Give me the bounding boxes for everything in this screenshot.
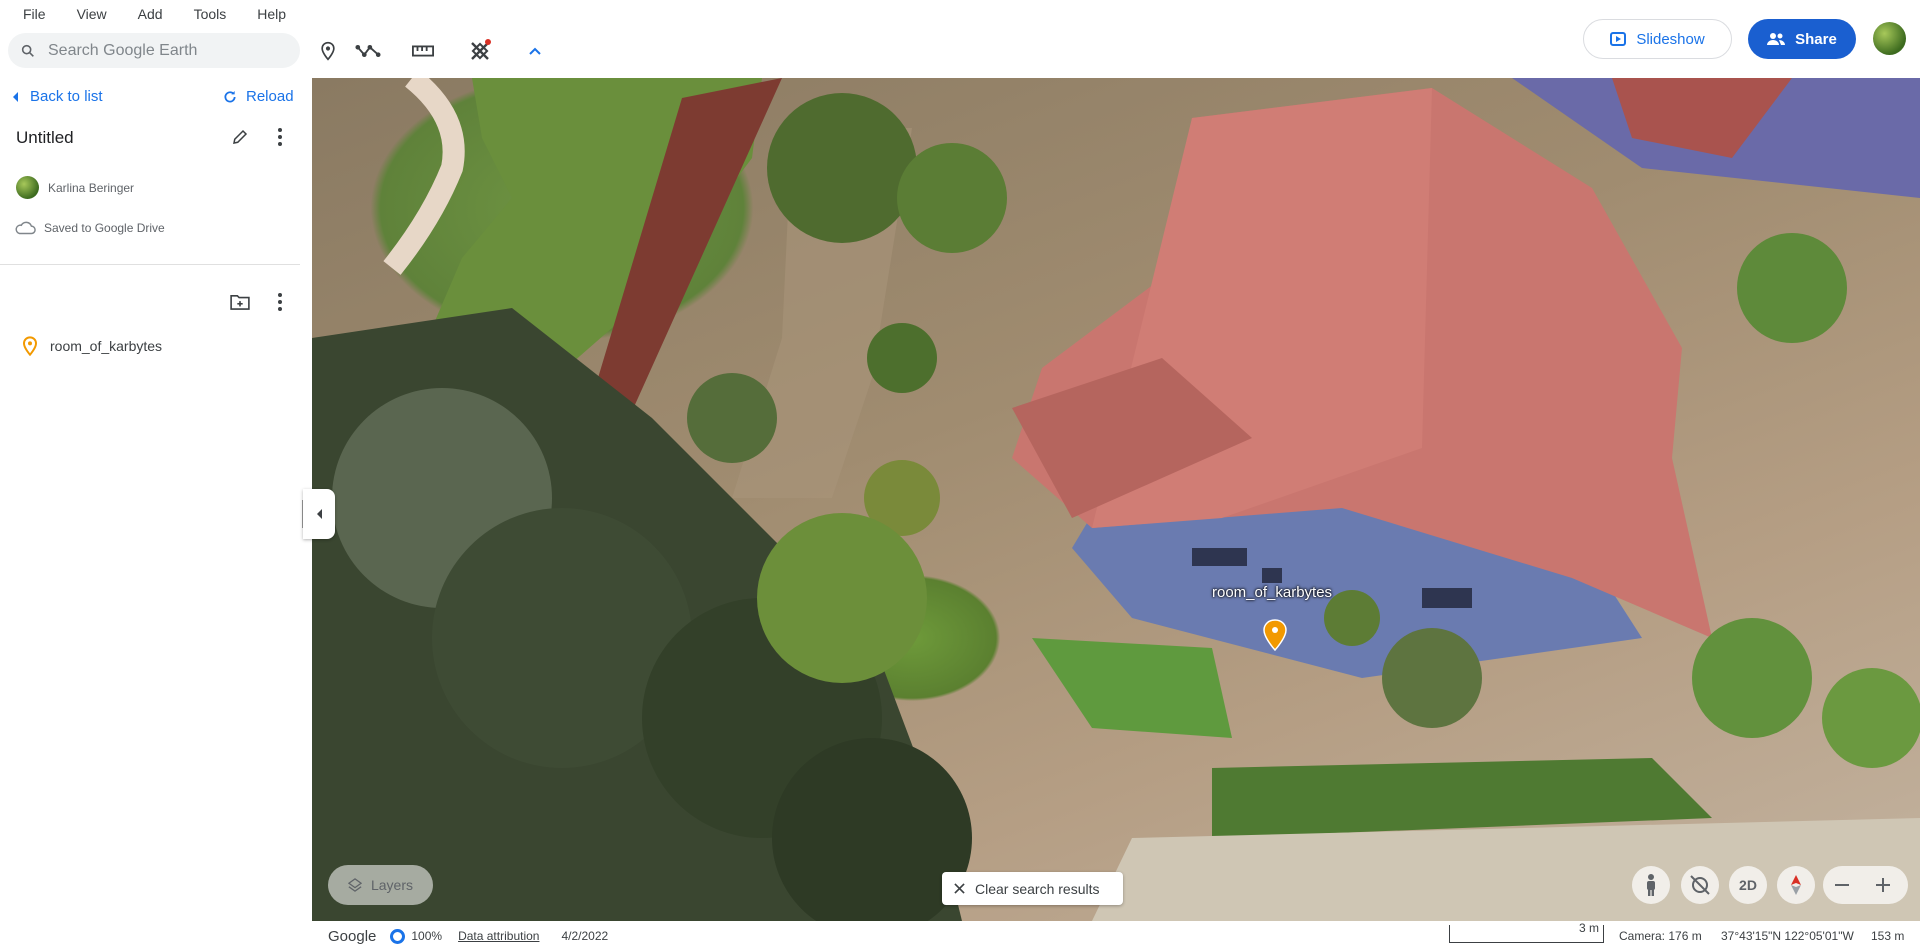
cloud-icon — [15, 221, 36, 235]
loading-progress-ring-icon — [390, 928, 406, 944]
caret-left-icon — [316, 509, 322, 519]
new-folder-icon[interactable] — [226, 288, 254, 316]
zoom-out-icon[interactable] — [1832, 875, 1852, 895]
placemark-icon — [22, 336, 38, 356]
back-to-list-label: Back to list — [30, 88, 103, 105]
scale-bar[interactable]: 3 m — [1449, 921, 1604, 943]
save-status: Saved to Google Drive — [14, 220, 165, 236]
menu-view[interactable]: View — [77, 6, 107, 22]
menu-tools[interactable]: Tools — [194, 6, 227, 22]
street-view-pegman-icon[interactable] — [1632, 866, 1670, 904]
google-logo: Google — [328, 927, 377, 945]
owner-name: Karlina Beringer — [48, 180, 135, 195]
aerial-imagery — [312, 78, 1920, 921]
collapse-chevron-icon[interactable] — [520, 36, 550, 66]
slideshow-label: Slideshow — [1636, 30, 1705, 48]
zoom-in-icon[interactable] — [1873, 875, 1893, 895]
imagery-date: 4/2/2022 — [561, 929, 609, 943]
share-button[interactable]: Share — [1748, 19, 1856, 59]
data-attribution-link[interactable]: Data attribution — [458, 929, 539, 943]
search-input[interactable] — [48, 41, 278, 60]
close-icon — [954, 883, 965, 894]
reset-tilt-icon[interactable] — [1681, 866, 1719, 904]
reload-button[interactable]: Reload — [222, 88, 294, 105]
add-path-icon[interactable] — [353, 36, 383, 66]
project-panel: Back to list Reload Untitled Karlina Ber… — [0, 78, 312, 951]
edit-pencil-icon[interactable] — [226, 123, 254, 151]
cursor-coordinates: 37°43'15"N 122°05'01"W — [1721, 929, 1854, 943]
account-avatar[interactable] — [1873, 22, 1906, 55]
search-box — [8, 33, 300, 68]
compass-icon[interactable] — [1777, 866, 1815, 904]
slideshow-button[interactable]: Slideshow — [1583, 19, 1732, 59]
clear-search-results-button[interactable]: Clear search results — [942, 872, 1123, 905]
ground-elevation: 153 m — [1871, 929, 1905, 943]
back-to-list-link[interactable]: Back to list — [12, 88, 103, 105]
placemark-label[interactable]: room_of_karbytes — [1212, 584, 1332, 601]
layers-icon — [347, 878, 362, 892]
camera-altitude: Camera: 176 m — [1619, 929, 1702, 943]
zoom-controls — [1823, 866, 1908, 904]
add-placemark-icon[interactable] — [313, 36, 343, 66]
search-icon — [8, 43, 48, 59]
menu-file[interactable]: File — [23, 6, 46, 22]
menu-add[interactable]: Add — [138, 6, 163, 22]
more-options-icon[interactable] — [266, 123, 294, 151]
reload-label: Reload — [246, 88, 294, 105]
feature-label: room_of_karbytes — [50, 338, 163, 354]
slideshow-icon — [1610, 32, 1627, 46]
map-viewport[interactable]: room_of_karbytes — [312, 78, 1920, 921]
caret-left-icon — [13, 91, 18, 102]
reload-icon — [224, 90, 236, 102]
panel-divider — [0, 264, 300, 265]
scale-label: 3 m — [1578, 921, 1599, 935]
measure-icon[interactable] — [408, 36, 438, 66]
menu-help[interactable]: Help — [257, 6, 286, 22]
project-title: Untitled — [16, 128, 74, 147]
folder-more-options-icon[interactable] — [266, 288, 294, 316]
project-owner: Karlina Beringer — [16, 176, 134, 199]
collapse-panel-button[interactable] — [303, 489, 335, 539]
owner-avatar — [16, 176, 39, 199]
load-progress: 100% — [411, 929, 443, 943]
layers-button[interactable]: Layers — [328, 865, 433, 905]
clear-search-label: Clear search results — [975, 880, 1100, 897]
view-mode-2d-button[interactable]: 2D — [1729, 866, 1767, 904]
status-bar: Google 100% Data attribution 4/2/2022 3 … — [312, 921, 1920, 951]
save-status-label: Saved to Google Drive — [44, 221, 165, 235]
data-layers-icon[interactable] — [465, 36, 495, 66]
feature-item[interactable]: room_of_karbytes — [22, 336, 162, 356]
layers-label: Layers — [370, 877, 414, 893]
share-label: Share — [1795, 30, 1837, 48]
people-icon — [1767, 33, 1786, 45]
